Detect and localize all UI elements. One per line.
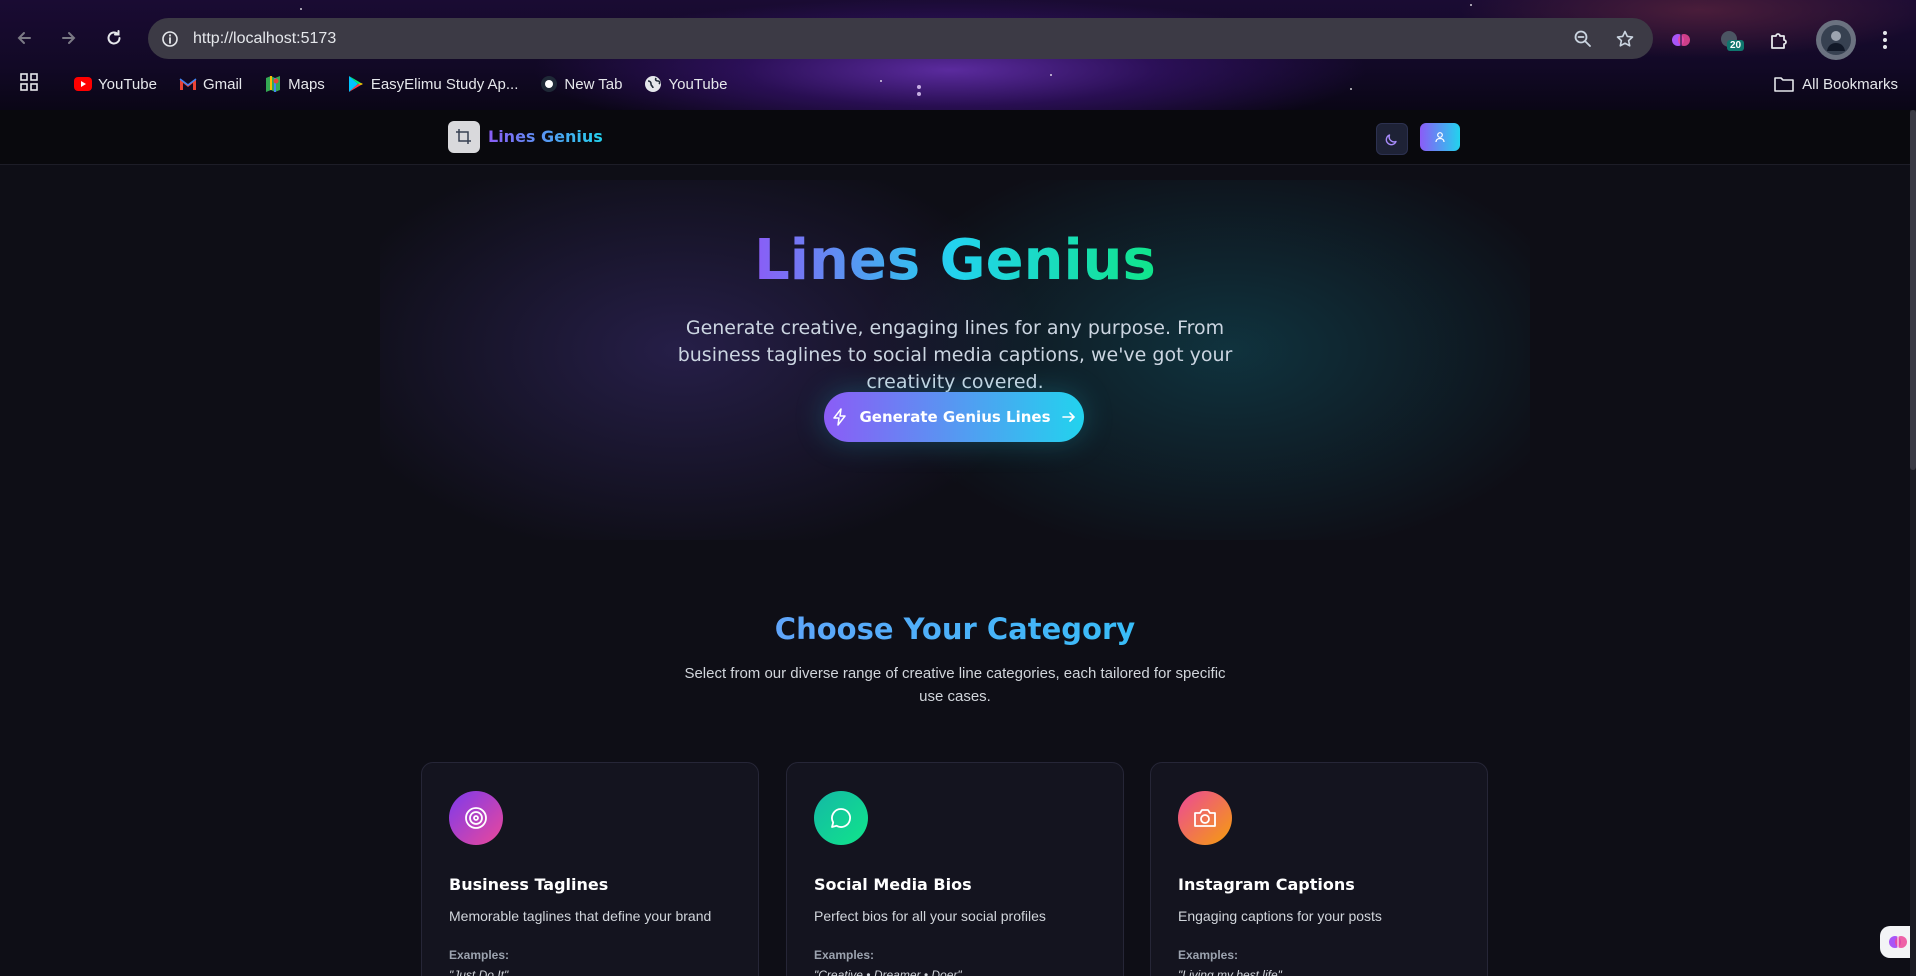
card-example: "Just Do It": [449, 968, 509, 976]
apps-grid-icon: [20, 73, 38, 91]
bookmark-youtube[interactable]: YouTube: [74, 75, 157, 93]
bookmark-label: EasyElimu Study Ap...: [370, 75, 519, 93]
arrow-right-icon: [1061, 412, 1075, 422]
categories-title: Choose Your Category: [774, 612, 1136, 646]
extension-badge: 20: [1727, 40, 1745, 51]
app-header: Lines Genius: [0, 110, 1910, 165]
category-card-business-taglines[interactable]: Business Taglines Memorable taglines tha…: [421, 762, 759, 976]
card-title: Business Taglines: [449, 875, 609, 894]
arrow-right-icon: [62, 32, 76, 44]
generate-lines-button[interactable]: Generate Genius Lines: [824, 392, 1084, 442]
examples-label: Examples:: [449, 948, 510, 962]
more-menu-icon[interactable]: [1882, 30, 1888, 50]
person-avatar-icon: [1821, 25, 1851, 55]
card-example: "Living my best life": [1178, 968, 1282, 976]
bookmark-easyelimu[interactable]: EasyElimu Study Ap...: [347, 75, 519, 93]
extensions-area: 20: [1670, 20, 1888, 60]
reload-icon: [107, 30, 121, 45]
lightning-icon: [833, 408, 847, 426]
globe-icon: [644, 75, 662, 93]
categories-subtitle: Select from our diverse range of creativ…: [684, 665, 1226, 705]
play-store-icon: [347, 75, 365, 93]
card-description: Memorable taglines that define your bran…: [449, 908, 712, 924]
card-description: Engaging captions for your posts: [1178, 908, 1382, 924]
bookmarks-bar: YouTube Gmail Maps EasyElimu Study Ap...…: [0, 68, 1916, 100]
reload-button[interactable]: [102, 26, 126, 50]
forward-button[interactable]: [57, 26, 81, 50]
card-description: Perfect bios for all your social profile…: [814, 908, 1046, 924]
new-tab-icon: [540, 75, 558, 93]
user-icon: [1435, 132, 1445, 143]
category-card-social-media-bios[interactable]: Social Media Bios Perfect bios for all y…: [786, 762, 1124, 976]
bookmark-youtube-2[interactable]: YouTube: [644, 75, 727, 93]
folder-icon: [1774, 77, 1794, 92]
scrollbar-thumb[interactable]: [1910, 110, 1916, 470]
theme-toggle-button[interactable]: [1376, 123, 1408, 155]
page-content: Lines Genius Lines Genius Generate creat…: [0, 110, 1916, 976]
star-decoration: [1470, 4, 1472, 6]
star-bookmark-icon[interactable]: [1615, 29, 1635, 49]
url-text[interactable]: http://localhost:5173: [193, 30, 336, 48]
bookmark-gmail[interactable]: Gmail: [179, 75, 242, 93]
examples-label: Examples:: [1178, 948, 1239, 962]
profile-avatar[interactable]: [1816, 20, 1856, 60]
camera-icon: [1178, 791, 1232, 845]
chat-bubble-icon: [814, 791, 868, 845]
bookmark-maps[interactable]: Maps: [264, 75, 325, 93]
brain-floating-icon: [1889, 936, 1907, 948]
target-icon: [449, 791, 503, 845]
bookmark-label: Maps: [288, 75, 325, 93]
card-example: "Creative • Dreamer • Doer": [814, 968, 962, 976]
logo-mark[interactable]: [448, 121, 480, 153]
cta-label: Generate Genius Lines: [859, 408, 1051, 426]
gmail-icon: [179, 75, 197, 93]
maps-icon: [264, 75, 282, 93]
browser-chrome: http://localhost:5173 20 YouTube Gmail M…: [0, 0, 1916, 110]
back-button[interactable]: [12, 26, 36, 50]
crop-logo-icon: [456, 129, 471, 144]
bookmark-new-tab[interactable]: New Tab: [540, 75, 622, 93]
card-title: Instagram Captions: [1178, 875, 1355, 894]
user-account-button[interactable]: [1420, 123, 1460, 151]
brain-extension-icon[interactable]: [1670, 29, 1692, 51]
extension-with-badge[interactable]: 20: [1718, 28, 1745, 52]
zoom-icon[interactable]: [1573, 29, 1593, 49]
page-scrollbar[interactable]: [1910, 110, 1916, 976]
hero-subtitle: Generate creative, engaging lines for an…: [677, 317, 1233, 393]
moon-icon: [1385, 134, 1397, 146]
all-bookmarks-button[interactable]: All Bookmarks: [1774, 68, 1898, 100]
address-bar[interactable]: http://localhost:5173: [148, 18, 1653, 59]
category-card-instagram-captions[interactable]: Instagram Captions Engaging captions for…: [1150, 762, 1488, 976]
arrow-left-icon: [17, 32, 31, 44]
bookmark-label: New Tab: [564, 75, 623, 93]
site-info-icon[interactable]: [157, 26, 183, 52]
all-bookmarks-label: All Bookmarks: [1802, 75, 1898, 93]
bookmark-label: YouTube: [98, 75, 157, 93]
examples-label: Examples:: [814, 948, 875, 962]
youtube-icon: [74, 75, 92, 93]
brand-name[interactable]: Lines Genius: [488, 127, 603, 146]
apps-grid-button[interactable]: [20, 73, 38, 95]
hero-title: Lines Genius: [754, 228, 1156, 293]
puzzle-extensions-icon[interactable]: [1768, 29, 1790, 51]
card-title: Social Media Bios: [814, 875, 972, 894]
bookmark-label: Gmail: [202, 75, 243, 93]
star-decoration: [300, 8, 302, 10]
bookmark-label: YouTube: [668, 75, 728, 93]
